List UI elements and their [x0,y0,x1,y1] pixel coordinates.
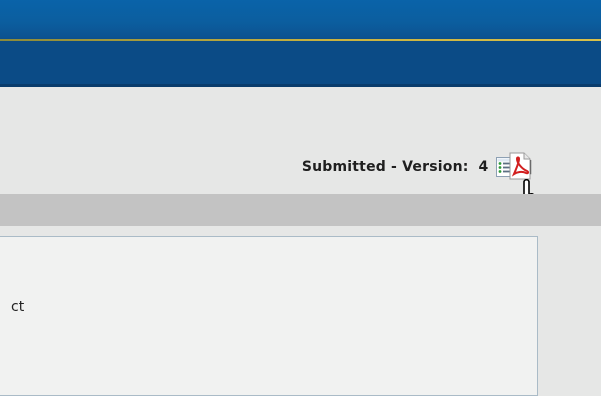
app-header-bar [0,0,601,86]
version-number: 4 [478,159,489,175]
submission-status: Submitted - Version: 4 | [302,156,541,178]
content-panel: ct [0,236,538,396]
content-partial-text: ct [11,299,25,315]
status-label: Submitted - Version: [301,159,469,175]
pdf-icon[interactable] [507,152,533,180]
header-bottom-border [0,84,601,87]
header-accent-line [0,39,601,41]
section-header-band [0,194,601,226]
